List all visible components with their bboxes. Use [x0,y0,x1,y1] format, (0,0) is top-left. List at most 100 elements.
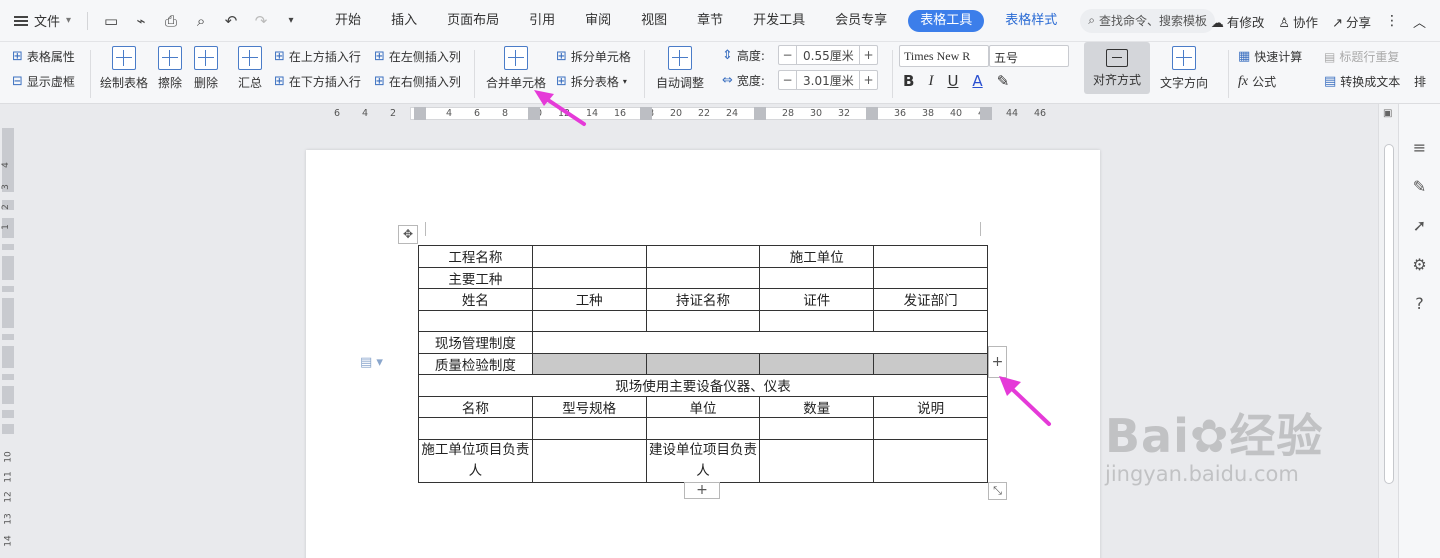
tab-insert[interactable]: 插入 [376,10,432,32]
decrease-height-button[interactable]: − [779,46,797,64]
table-cell[interactable] [645,309,761,332]
title-repeat-button[interactable]: ▤ 标题行重复 [1324,48,1399,65]
increase-width-button[interactable]: + [859,71,877,89]
table-cell[interactable] [873,245,988,268]
table-move-handle[interactable]: ✥ [398,225,418,244]
auto-adjust-button[interactable]: 自动调整 [656,46,704,91]
add-column-button[interactable]: + [988,346,1007,378]
add-row-button[interactable]: + [684,482,720,499]
table-cell[interactable]: 现场管理制度 [418,331,533,354]
scroll-settings-icon[interactable]: ▣ [1383,108,1392,119]
increase-height-button[interactable]: + [859,46,877,64]
table-cell[interactable]: 说明 [873,395,988,418]
table-cell[interactable]: 施工单位 [759,245,875,268]
table-cell[interactable]: 证件 [759,288,875,311]
table-cell[interactable] [873,309,988,332]
table-cell[interactable] [531,266,647,289]
selected-cell[interactable] [645,352,761,375]
redo-icon[interactable]: ↷ [252,12,270,30]
table-cell[interactable] [418,417,533,440]
help-icon[interactable]: ? [1415,294,1424,313]
formula-button[interactable]: fx 公式 [1238,73,1276,90]
text-direction-button[interactable]: 文字方向 [1160,46,1208,91]
table-cell[interactable] [759,266,875,289]
table-cell[interactable] [645,266,761,289]
table-cell[interactable]: 建设单位项目负责人 [645,438,761,483]
search-box[interactable]: ⌕ 查找命令、搜索模板 [1080,8,1215,33]
tab-references[interactable]: 引用 [514,10,570,32]
tab-review[interactable]: 审阅 [570,10,626,32]
quick-calc-button[interactable]: ▦ 快速计算 [1238,48,1302,65]
table-cell[interactable] [531,438,647,483]
column-marker[interactable] [528,107,540,120]
draw-table-button[interactable]: 绘制表格 [100,46,148,91]
table-cell[interactable]: 工种 [531,288,647,311]
split-table-button[interactable]: ⊞ 拆分表格 ▾ [556,73,627,90]
font-size-select[interactable]: 五号 [989,45,1069,67]
erase-button[interactable]: 擦除 [158,46,182,91]
table-cell[interactable] [645,417,761,440]
print-icon[interactable]: ⎙ [162,12,180,30]
scrollbar-thumb[interactable] [1384,144,1394,484]
save-icon[interactable]: ▭ [102,12,120,30]
tab-page-layout[interactable]: 页面布局 [432,10,514,32]
table-cell[interactable] [645,245,761,268]
table-cell[interactable]: 施工单位项目负责人 [418,438,533,483]
table-cell[interactable] [531,309,647,332]
width-stepper[interactable]: −3.01厘米 + [778,70,878,90]
merge-cells-button[interactable]: 合并单元格 [486,46,546,91]
collapse-ribbon-icon[interactable]: ︿ [1413,12,1426,31]
pen-icon[interactable]: ✎ [1413,177,1426,196]
column-marker[interactable] [866,107,878,120]
selected-cell[interactable] [873,352,988,375]
format-painter-icon[interactable]: ⌁ [132,12,150,30]
table-cell[interactable] [531,331,989,354]
more-ribbon-button[interactable]: 排 [1414,73,1426,90]
table-cell[interactable] [531,417,647,440]
table-cell[interactable]: 现场使用主要设备仪器、仪表 [418,374,988,397]
undo-icon[interactable]: ↶ [222,12,240,30]
decrease-width-button[interactable]: − [779,71,797,89]
menu-lines-icon[interactable]: ≡ [1413,138,1426,157]
font-color-icon[interactable]: A [972,72,982,90]
align-button[interactable]: 对齐方式 [1084,42,1150,94]
tab-table-style[interactable]: 表格样式 [990,10,1072,32]
modified-button[interactable]: ☁ 有修改 [1211,12,1265,31]
more-icon[interactable]: ⋮ [1385,13,1399,29]
bold-icon[interactable]: B [903,72,914,90]
table-cell[interactable]: 名称 [418,395,533,418]
cursor-icon[interactable]: ➚ [1413,216,1426,235]
tab-table-tools[interactable]: 表格工具 [908,9,985,32]
insert-left-button[interactable]: ⊞ 在左侧插入列 [374,48,461,65]
summary-button[interactable]: 汇总 [238,46,262,91]
tab-developer[interactable]: 开发工具 [738,10,820,32]
sliders-icon[interactable]: ⚙ [1412,255,1426,274]
font-name-select[interactable]: Times New R [899,45,989,67]
table-cell[interactable]: 主要工种 [418,266,533,289]
collab-button[interactable]: ♙ 协作 [1278,12,1318,31]
table-cell[interactable] [873,266,988,289]
insert-below-button[interactable]: ⊞ 在下方插入行 [274,73,361,90]
height-stepper[interactable]: −0.55厘米 + [778,45,878,65]
insert-right-button[interactable]: ⊞ 在右侧插入列 [374,73,461,90]
width-value[interactable]: 3.01厘米 [797,72,859,89]
table-cell[interactable]: 姓名 [418,288,533,311]
italic-icon[interactable]: I [928,73,933,90]
table-cell[interactable]: 数量 [759,395,875,418]
show-gridlines-button[interactable]: ⊟ 显示虚框 [12,73,75,90]
table-cell[interactable]: 质量检验制度 [418,352,533,375]
table-props-button[interactable]: ⊞ 表格属性 [12,48,75,65]
table-cell[interactable]: 发证部门 [873,288,988,311]
file-menu[interactable]: 文件 ▾ [0,11,81,30]
column-marker[interactable] [980,107,992,120]
paragraph-doc-icon[interactable]: ▤ ▾ [360,355,383,370]
table-cell[interactable] [873,438,988,483]
height-value[interactable]: 0.55厘米 [797,47,859,64]
column-marker[interactable] [414,107,426,120]
table-cell[interactable] [873,417,988,440]
tab-view[interactable]: 视图 [626,10,682,32]
document-table[interactable]: 工程名称 施工单位 主要工种 姓名 工种 持证名称 证件 发证部门 现场管理制度… [418,245,989,483]
selected-cell[interactable] [759,352,875,375]
convert-text-button[interactable]: ▤ 转换成文本 [1324,73,1400,90]
print-preview-icon[interactable]: ⌕ [192,12,210,30]
